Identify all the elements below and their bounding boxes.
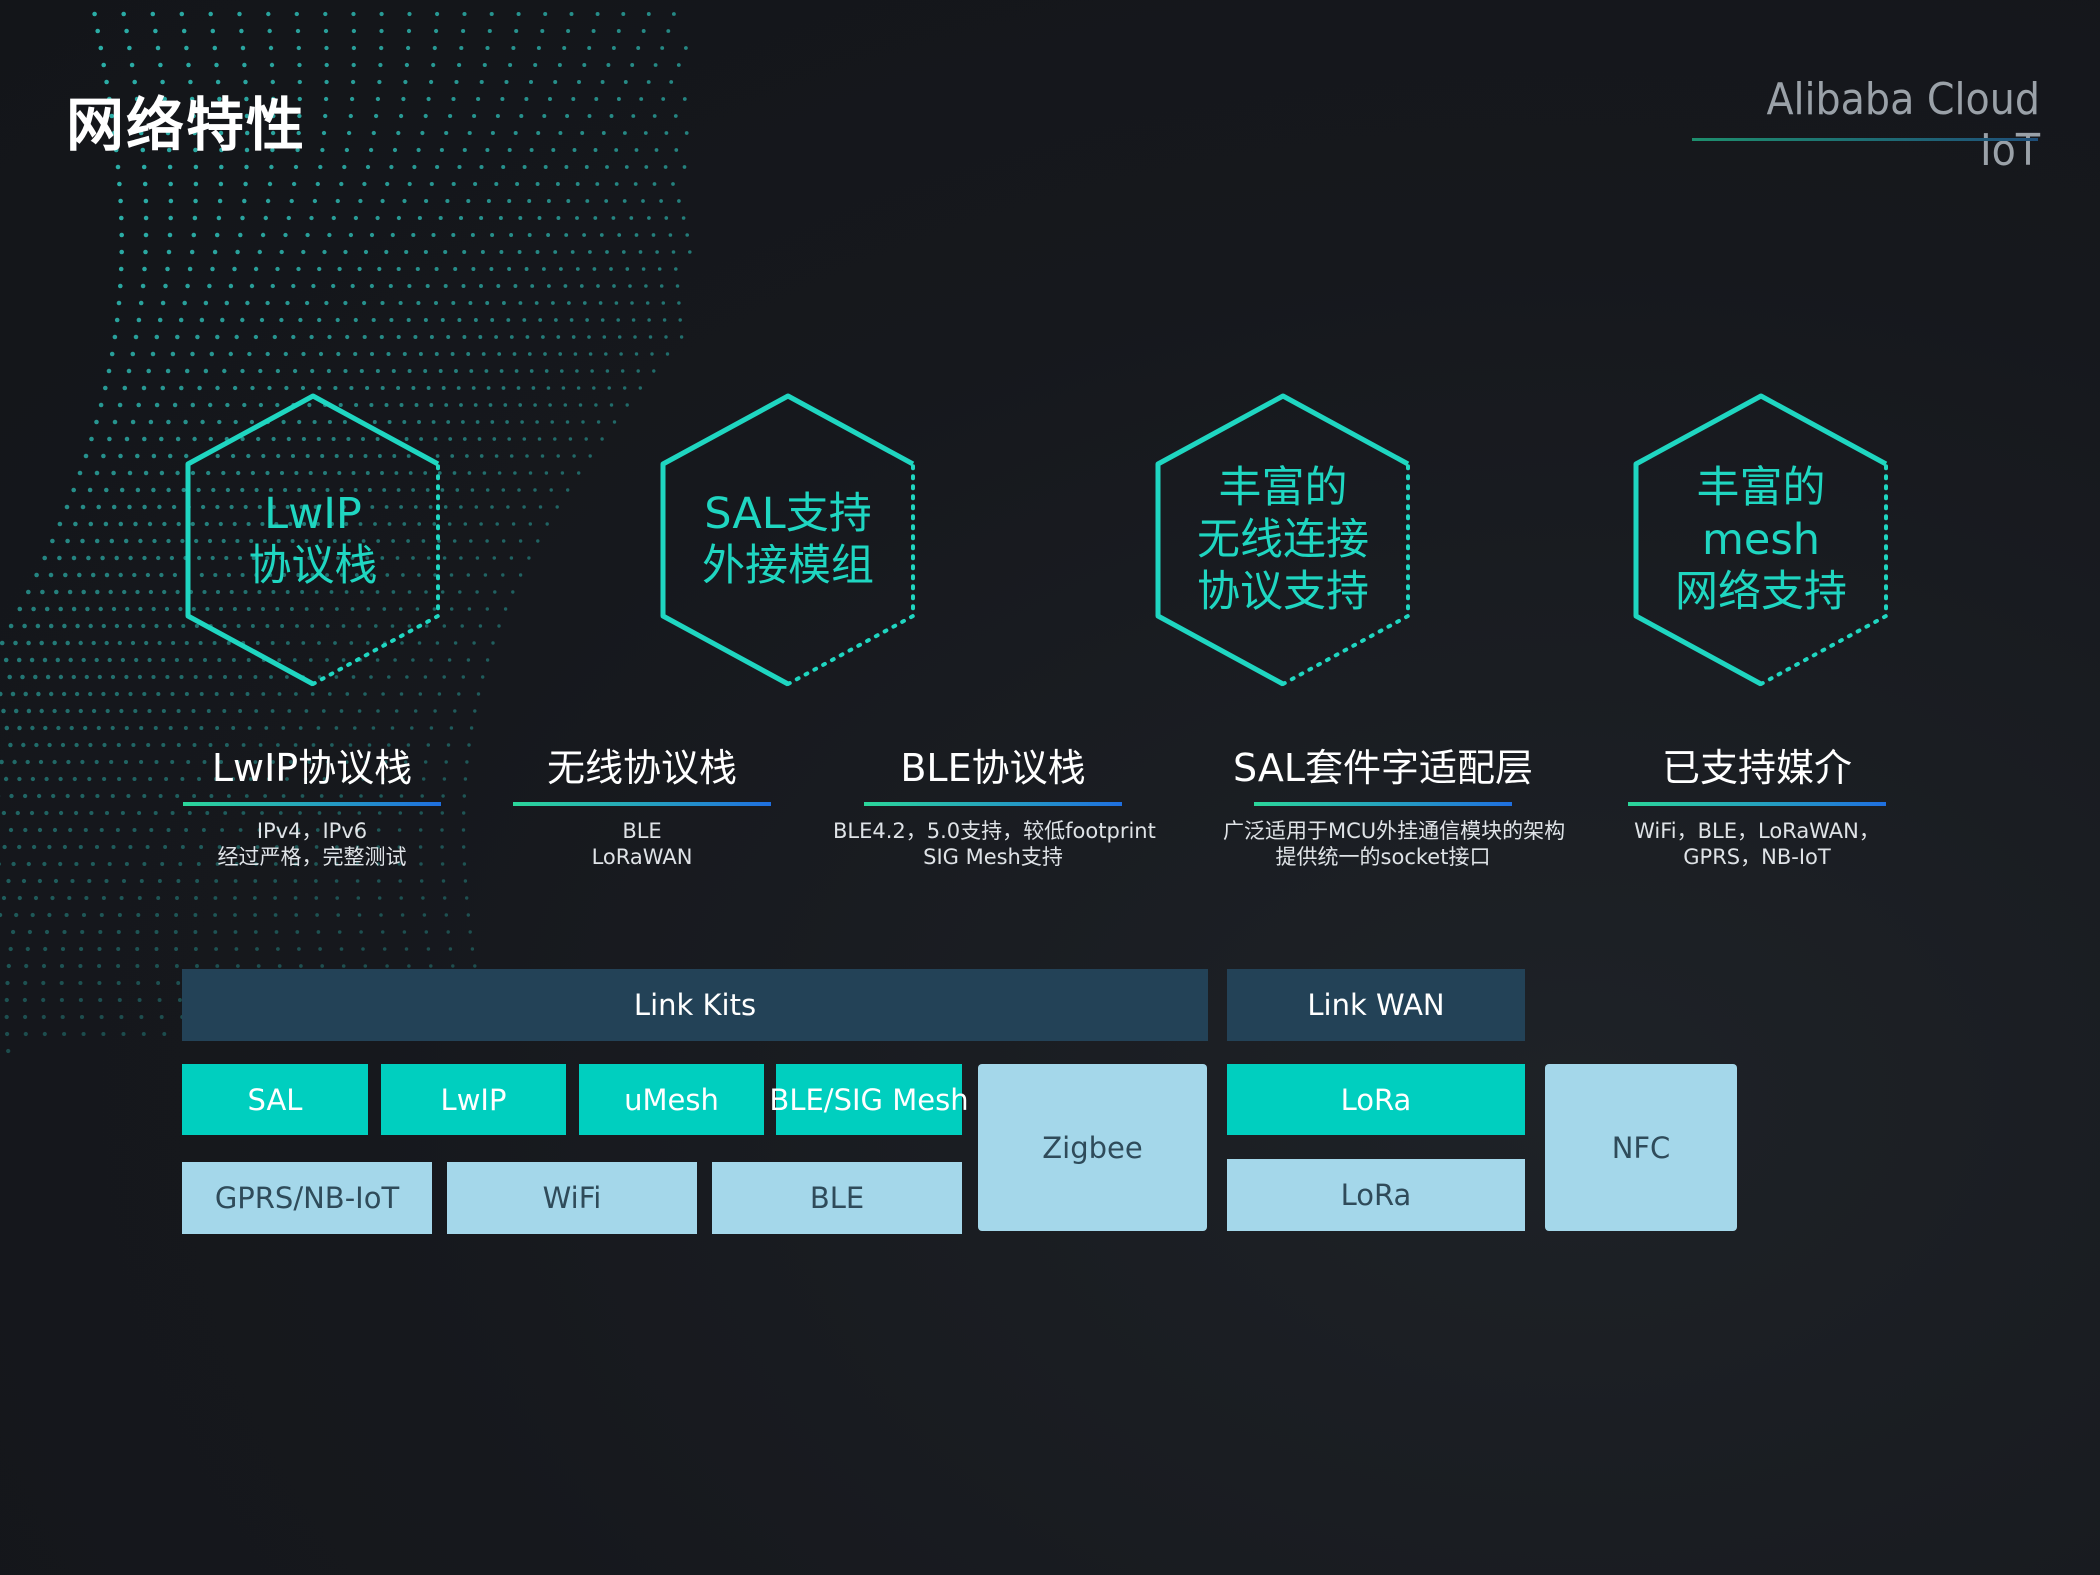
feature-underline: [864, 802, 1122, 806]
lwip-box: LwIP: [381, 1064, 566, 1135]
hexagon-line: mesh: [1702, 515, 1820, 565]
link-wan-bar: Link WAN: [1227, 969, 1525, 1041]
feature-lwip: LwIP协议栈 IPv4，IPv6 经过严格，完整测试: [152, 740, 472, 870]
page-title: 网络特性: [66, 91, 307, 159]
feature-desc-line: GPRS，NB-IoT: [1683, 845, 1831, 869]
lora-bottom-box: LoRa: [1227, 1159, 1525, 1231]
sal-box: SAL: [182, 1064, 368, 1135]
feature-title: 已支持媒介: [1661, 746, 1852, 790]
hexagon-line: LwIP: [264, 489, 362, 539]
hexagon-line: 协议支持: [1197, 567, 1369, 617]
zigbee-box: Zigbee: [978, 1064, 1207, 1231]
feature-underline: [183, 802, 441, 806]
feature-desc-line: 提供统一的socket接口: [1275, 845, 1491, 869]
slide: 网络特性 Alibaba Cloud IoT LwIP 协议栈 SAL支持 外接…: [0, 0, 2100, 1575]
feature-desc-line: BLE: [622, 819, 662, 843]
hexagon-line: 无线连接: [1197, 515, 1369, 565]
nfc-box: NFC: [1545, 1064, 1737, 1231]
hexagon-wireless: 丰富的 无线连接 协议支持: [1152, 392, 1414, 688]
feature-title: LwIP协议栈: [211, 746, 413, 790]
hexagon-line: SAL支持: [704, 489, 872, 539]
hexagon-line: 协议栈: [248, 541, 378, 591]
feature-title: 无线协议栈: [546, 746, 737, 790]
brand-underline: [1692, 138, 2038, 141]
feature-desc-line: LoRaWAN: [591, 845, 693, 869]
feature-sal: SAL套件字适配层 广泛适用于MCU外挂通信模块的架构 提供统一的socket接…: [1223, 740, 1566, 870]
link-kits-bar: Link Kits: [182, 969, 1208, 1041]
feature-underline: [1254, 802, 1512, 806]
feature-desc-line: BLE4.2，5.0支持，较低footprint: [833, 819, 1156, 843]
feature-desc-line: SIG Mesh支持: [923, 845, 1063, 869]
hexagon-sal: SAL支持 外接模组: [657, 392, 919, 688]
feature-desc-line: IPv4，IPv6: [256, 819, 368, 843]
gprs-nbiot-box: GPRS/NB-IoT: [182, 1162, 432, 1234]
hexagon-lwip: LwIP 协议栈: [182, 392, 444, 688]
hexagon-line: 外接模组: [702, 541, 874, 591]
hexagon-mesh: 丰富的 mesh 网络支持: [1630, 392, 1892, 688]
feature-title: BLE协议栈: [900, 746, 1086, 790]
ble-box: BLE: [712, 1162, 962, 1234]
feature-wireless: 无线协议栈 BLE LoRaWAN: [482, 740, 802, 870]
feature-underline: [513, 802, 771, 806]
feature-title: SAL套件字适配层: [1233, 746, 1533, 790]
wifi-box: WiFi: [447, 1162, 697, 1234]
brand-logo-text: Alibaba Cloud IoT: [1766, 74, 2040, 176]
hexagon-line: 丰富的: [1218, 463, 1348, 513]
feature-desc-line: WiFi，BLE，LoRaWAN，: [1634, 819, 1880, 843]
umesh-box: uMesh: [579, 1064, 764, 1135]
feature-desc-line: 广泛适用于MCU外挂通信模块的架构: [1223, 819, 1566, 843]
feature-underline: [1628, 802, 1886, 806]
feature-desc-line: 经过严格，完整测试: [217, 845, 407, 869]
ble-sig-mesh-box: BLE/SIG Mesh: [769, 1064, 969, 1135]
feature-media: 已支持媒介 WiFi，BLE，LoRaWAN， GPRS，NB-IoT: [1597, 740, 1917, 870]
hexagon-line: 网络支持: [1675, 567, 1847, 617]
hexagon-line: 丰富的: [1696, 463, 1826, 513]
feature-ble: BLE协议栈 BLE4.2，5.0支持，较低footprint SIG Mesh…: [833, 740, 1156, 870]
lora-top-box: LoRa: [1227, 1064, 1525, 1135]
